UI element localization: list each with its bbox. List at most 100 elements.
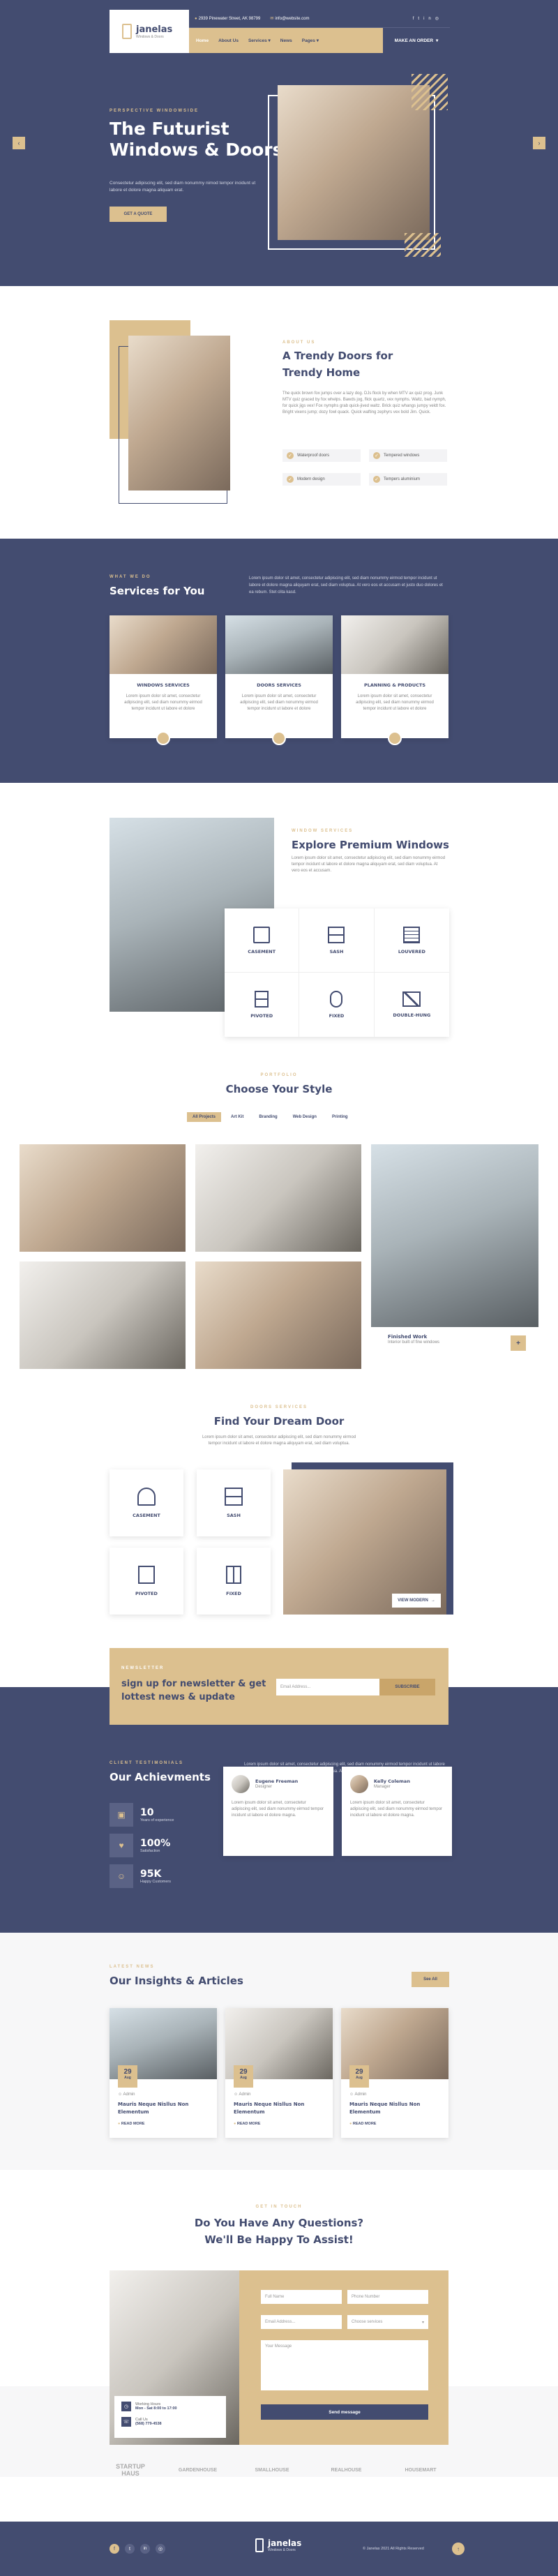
- blog-meta: ☺ Admin: [234, 2092, 251, 2097]
- address-text: 2939 Pinewater Street, AK 98799: [198, 16, 261, 21]
- logo[interactable]: janelas Windows & Doors: [110, 10, 189, 53]
- stat-value: 100%: [140, 1838, 171, 1849]
- topbar: ● 2939 Pinewater Street, AK 98799 ✉ info…: [189, 10, 450, 28]
- facebook-icon[interactable]: f: [110, 2544, 119, 2554]
- arrow-icon: ●: [349, 2122, 352, 2126]
- phone-value[interactable]: (568) 779-4538: [135, 2422, 162, 2426]
- door-type-casement[interactable]: CASEMENT: [110, 1469, 183, 1536]
- user-icon: ☺: [349, 2092, 354, 2097]
- testimonial-name: Eugene Freeman: [255, 1778, 299, 1784]
- nav-home[interactable]: Home: [196, 38, 209, 43]
- prev-slide-arrow[interactable]: ‹: [13, 137, 25, 149]
- caption-plus-button[interactable]: +: [511, 1335, 526, 1351]
- portfolio-item[interactable]: [371, 1144, 538, 1327]
- clock-icon: ◷: [121, 2402, 131, 2411]
- filter-branding[interactable]: Branding: [253, 1112, 282, 1122]
- portfolio-title: Choose Your Style: [225, 1083, 333, 1095]
- portfolio-item[interactable]: [195, 1144, 361, 1252]
- read-more-link[interactable]: ● READ MORE: [118, 2122, 209, 2126]
- twitter-icon[interactable]: t: [418, 17, 423, 21]
- feature-item: ✓ Tempers aluminium: [369, 473, 447, 486]
- hero-title: The Futurist Windows & Doors: [110, 119, 283, 160]
- service-card-planning[interactable]: PLANNING & PRODUCTS Lorem ipsum dolor si…: [341, 615, 448, 745]
- phone-input[interactable]: Phone Number: [347, 2290, 428, 2304]
- window-type-casement[interactable]: CASEMENT: [225, 908, 300, 973]
- email-input[interactable]: Email Address...: [261, 2315, 342, 2329]
- window-types-grid: CASEMENT SASH LOUVERED PIVOTED FIXED DOU…: [225, 908, 449, 1037]
- get-quote-button[interactable]: GET A QUOTE: [110, 207, 167, 222]
- service-name: WINDOWS SERVICES: [137, 682, 190, 688]
- testimonial-card: Eugene Freeman Designer Lorem ipsum dolor…: [223, 1767, 333, 1856]
- about-text: The quick brown fox jumps over a lazy do…: [282, 391, 446, 414]
- next-slide-arrow[interactable]: ›: [533, 137, 545, 149]
- full-name-input[interactable]: Full Name: [261, 2290, 342, 2304]
- message-textarea[interactable]: Your Message: [261, 2340, 428, 2390]
- filter-art-kit[interactable]: Art Kit: [225, 1112, 249, 1122]
- blog-title: Our Insights & Articles: [110, 1975, 243, 1987]
- portfolio-item[interactable]: [20, 1144, 186, 1252]
- twitter-icon[interactable]: t: [125, 2544, 135, 2554]
- service-card-doors[interactable]: DOORS SERVICES Lorem ipsum dolor sit ame…: [225, 615, 333, 745]
- filter-printing[interactable]: Printing: [326, 1112, 354, 1122]
- window-type-fixed[interactable]: FIXED: [299, 973, 375, 1037]
- scroll-top-button[interactable]: ↑: [452, 2543, 465, 2555]
- testimonial-name: Kelly Coleman: [374, 1778, 410, 1784]
- user-icon: ☺: [118, 2092, 123, 2097]
- partner-logo: SMALLHOUSE: [255, 2467, 289, 2473]
- blog-card[interactable]: 29 Aug ☺ Admin Mauris Neque Nisllus Non E…: [341, 2008, 448, 2138]
- stat-item: ☺ 95K Happy Customers: [110, 1864, 174, 1888]
- chevron-down-icon: ▾: [436, 38, 439, 43]
- subscribe-button[interactable]: SUBSCRIBE: [379, 1679, 435, 1695]
- linkedin-icon[interactable]: in: [140, 2544, 150, 2554]
- service-select[interactable]: Choose services ▾: [347, 2315, 428, 2329]
- read-more-link[interactable]: ● READ MORE: [234, 2122, 324, 2126]
- footer-logo[interactable]: janelas Windows & Doors: [255, 2538, 301, 2552]
- portfolio-eyebrow: PORTFOLIO: [260, 1073, 298, 1077]
- nav-services[interactable]: Services ▾: [248, 38, 271, 43]
- door-type-sash[interactable]: SASH: [197, 1469, 271, 1536]
- window-type-sash[interactable]: SASH: [299, 908, 375, 973]
- avatar: [232, 1775, 250, 1793]
- louvered-icon: [403, 926, 421, 943]
- view-modern-button[interactable]: VIEW MODERN →: [392, 1594, 441, 1608]
- nav-pages[interactable]: Pages ▾: [302, 38, 319, 43]
- about-eyebrow: ABOUT US: [282, 340, 316, 345]
- portfolio-item[interactable]: [20, 1261, 186, 1369]
- calendar-icon: ▣: [110, 1803, 133, 1827]
- instagram-icon[interactable]: ◎: [435, 17, 443, 21]
- filter-web-design[interactable]: Web Design: [287, 1112, 322, 1122]
- window-type-louvered[interactable]: LOUVERED: [374, 908, 449, 973]
- dream-text: Lorem ipsum dolor sit amet, consectetur …: [202, 1435, 356, 1446]
- services-title: Services for You: [110, 585, 205, 597]
- testimonial-role: Designer: [255, 1784, 273, 1789]
- nav-news[interactable]: News: [280, 38, 292, 43]
- service-image: [225, 615, 333, 674]
- caption-title: Finished Work: [388, 1334, 428, 1340]
- window-type-double-hung[interactable]: DOUBLE-HUNG: [375, 973, 449, 1037]
- door-type-pivoted[interactable]: PIVOTED: [110, 1548, 183, 1615]
- newsletter-email-input[interactable]: Email Address...: [276, 1679, 379, 1695]
- window-type-pivoted[interactable]: PIVOTED: [225, 973, 300, 1037]
- hero-stripes-bottom: [405, 233, 441, 257]
- read-more-link[interactable]: ● READ MORE: [349, 2122, 440, 2126]
- blog-card[interactable]: 29 Aug ☺ Admin Mauris Neque Nisllus Non E…: [110, 2008, 217, 2138]
- service-card-windows[interactable]: WINDOWS SERVICES Lorem ipsum dolor sit a…: [110, 615, 217, 745]
- fixed-icon: [226, 1566, 241, 1584]
- instagram-icon[interactable]: ◎: [156, 2544, 165, 2554]
- casement-icon: [253, 926, 271, 943]
- linkedin-icon[interactable]: in: [423, 17, 435, 21]
- email-link[interactable]: info@website.com: [275, 17, 309, 21]
- filter-all-projects[interactable]: All Projects: [187, 1112, 222, 1122]
- portfolio-item[interactable]: [195, 1261, 361, 1369]
- blog-card[interactable]: 29 Aug ☺ Admin Mauris Neque Nisllus Non E…: [225, 2008, 333, 2138]
- see-all-button[interactable]: See All: [412, 1972, 449, 1987]
- chevron-down-icon: ▾: [421, 2320, 424, 2325]
- testimonial-card: Kelly Coleman Manager Lorem ipsum dolor s…: [342, 1767, 452, 1856]
- door-type-fixed[interactable]: FIXED: [197, 1548, 271, 1615]
- send-message-button[interactable]: Send message: [261, 2404, 428, 2420]
- hours-value: Mon - Sat 8:00 to 17:00: [135, 2406, 177, 2411]
- blog-post-title: Mauris Neque Nisllus Non Elementum: [349, 2102, 421, 2115]
- make-order-button[interactable]: MAKE AN ORDER ▾: [383, 28, 450, 53]
- pivoted-icon: [138, 1566, 155, 1584]
- nav-about[interactable]: About Us: [218, 38, 239, 43]
